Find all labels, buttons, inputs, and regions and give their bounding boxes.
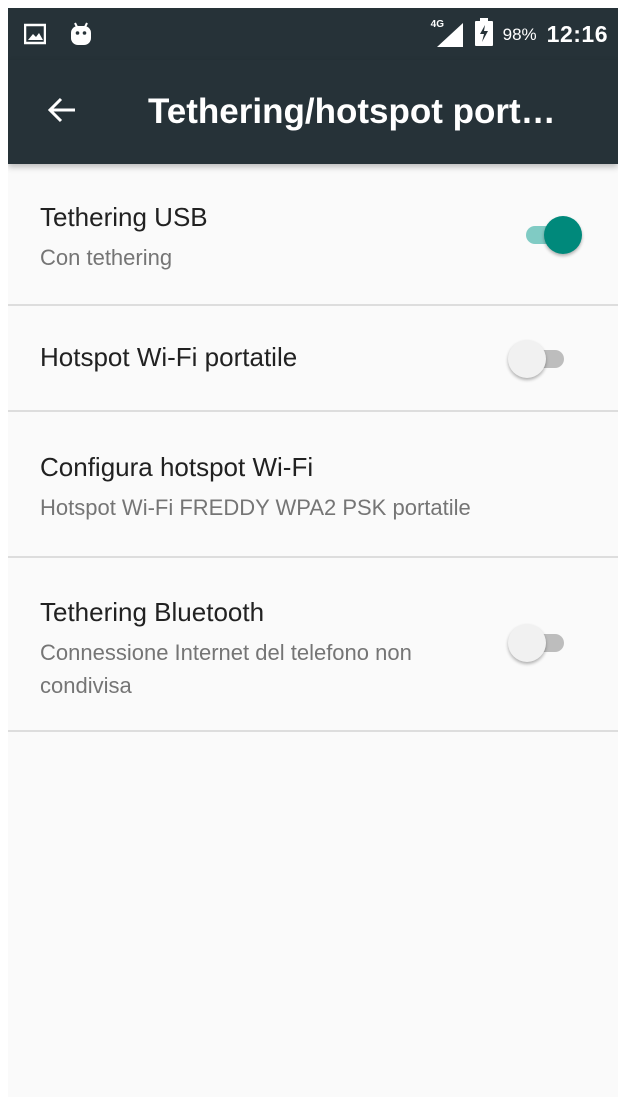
android-icon: [70, 22, 92, 51]
wifi-hotspot-toggle[interactable]: [508, 338, 568, 378]
setting-usb-tethering[interactable]: Tethering USB Con tethering: [8, 164, 618, 306]
image-icon: [23, 23, 47, 50]
app-bar: Tethering/hotspot port…: [8, 60, 618, 164]
signal-icon: 4G: [430, 18, 465, 49]
setting-title: Hotspot Wi-Fi portatile: [40, 342, 298, 372]
screen: 4G 98% 12:16 Tethering/hotspot port… Tet…: [8, 8, 618, 1097]
settings-list: Tethering USB Con tethering Hotspot Wi-F…: [8, 164, 618, 732]
battery-charging-icon: [474, 18, 493, 51]
status-bar: 4G 98% 12:16: [8, 8, 618, 60]
setting-subtitle: Connessione Internet del telefono non co…: [40, 640, 412, 698]
switch-thumb: [544, 216, 582, 254]
setting-subtitle: Con tethering: [40, 245, 173, 270]
arrow-back-icon: [47, 95, 77, 130]
usb-tethering-toggle[interactable]: [522, 214, 582, 254]
battery-percent: 98%: [502, 24, 537, 44]
clock: 12:16: [546, 21, 608, 47]
switch-thumb: [508, 624, 546, 662]
setting-subtitle: Hotspot Wi-Fi FREDDY WPA2 PSK portatile: [40, 495, 471, 520]
switch-thumb: [508, 340, 546, 378]
setting-title: Configura hotspot Wi-Fi: [40, 452, 314, 482]
bluetooth-tethering-toggle[interactable]: [508, 622, 568, 662]
setting-bluetooth-tethering[interactable]: Tethering Bluetooth Connessione Internet…: [8, 558, 618, 732]
back-button[interactable]: [38, 88, 86, 136]
page-title: Tethering/hotspot port…: [148, 92, 556, 131]
setting-title: Tethering Bluetooth: [40, 597, 265, 627]
setting-configure-hotspot[interactable]: Configura hotspot Wi-Fi Hotspot Wi-Fi FR…: [8, 412, 618, 558]
setting-title: Tethering USB: [40, 202, 208, 232]
setting-wifi-hotspot[interactable]: Hotspot Wi-Fi portatile: [8, 306, 618, 412]
network-type-label: 4G: [430, 18, 444, 30]
